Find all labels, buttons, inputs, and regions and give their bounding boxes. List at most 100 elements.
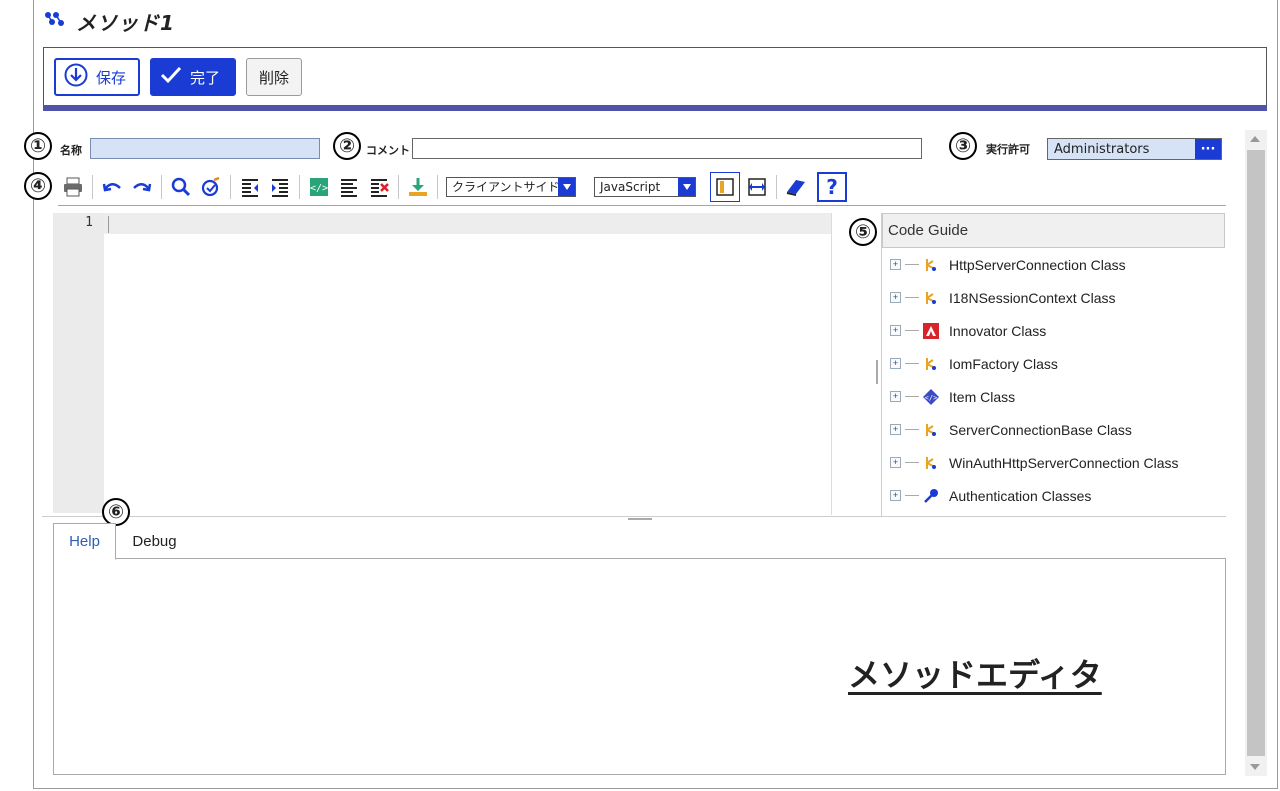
print-icon[interactable] — [60, 174, 86, 200]
page-title: メソッド1 — [76, 10, 175, 35]
tree-connector — [905, 297, 919, 298]
save-button[interactable]: 保存 — [54, 58, 140, 96]
help-icon[interactable]: ? — [817, 171, 847, 202]
check-icon — [160, 65, 182, 89]
search-icon[interactable] — [168, 174, 194, 200]
comment-input[interactable] — [412, 138, 922, 159]
toolbar-separator — [161, 174, 162, 199]
code-guide-item-label: ServerConnectionBase Class — [949, 421, 1132, 438]
toolbar-band — [43, 105, 1267, 111]
done-label: 完了 — [190, 68, 221, 87]
code-guide-item-label: IomFactory Class — [949, 355, 1058, 372]
scroll-down-icon[interactable] — [1250, 764, 1260, 770]
chevron-down-icon — [558, 177, 575, 196]
class-icon — [923, 356, 939, 372]
callout-4: ④ — [24, 172, 52, 200]
tree-connector — [905, 429, 919, 430]
line-number-gutter: 1 — [53, 213, 104, 513]
align-icon[interactable] — [336, 174, 362, 200]
expand-icon[interactable]: + — [890, 457, 901, 468]
line-number: 1 — [85, 215, 93, 230]
spellcheck-icon[interactable] — [198, 174, 224, 200]
code-guide-item-label: WinAuthHttpServerConnection Class — [949, 454, 1179, 471]
redo-icon[interactable] — [129, 174, 155, 200]
dock-panel-icon[interactable] — [710, 171, 740, 202]
scroll-thumb[interactable] — [1247, 150, 1265, 756]
scroll-up-icon[interactable] — [1250, 136, 1260, 142]
tree-connector — [905, 264, 919, 265]
comment-label: コメント — [366, 144, 410, 157]
code-guide-item-label: I18NSessionContext Class — [949, 289, 1116, 306]
done-button[interactable]: 完了 — [150, 58, 236, 96]
class-icon — [923, 455, 939, 471]
code-guide-item-label: HttpServerConnection Class — [949, 256, 1126, 273]
expand-icon[interactable]: + — [890, 358, 901, 369]
svg-text:</>: </> — [310, 183, 328, 194]
toolbar-separator — [776, 174, 777, 199]
toolbar-separator — [437, 174, 438, 199]
code-guide-item[interactable]: + Authentication Classes — [882, 479, 1225, 512]
editor-divider — [831, 213, 832, 515]
vertical-scrollbar[interactable] — [1245, 130, 1267, 776]
horizontal-splitter — [42, 516, 1226, 517]
editor-toolbar: </> クライアントサイド JavaScript ? — [58, 168, 1226, 206]
expand-icon[interactable]: + — [890, 259, 901, 270]
permission-picker-button[interactable]: ··· — [1195, 139, 1221, 159]
book-icon[interactable] — [783, 174, 809, 200]
toolbar-separator — [92, 174, 93, 199]
code-guide-item[interactable]: + </> Item Class — [882, 380, 1225, 413]
code-guide-item[interactable]: + HttpServerConnection Class — [882, 248, 1225, 281]
swap-icon[interactable] — [744, 174, 770, 200]
name-input[interactable] — [90, 138, 320, 159]
code-guide-item[interactable]: + I18NSessionContext Class — [882, 281, 1225, 314]
indent-icon[interactable] — [267, 174, 293, 200]
key-icon — [923, 488, 939, 504]
expand-icon[interactable]: + — [890, 391, 901, 402]
code-guide-item[interactable]: + Innovator Class — [882, 314, 1225, 347]
save-label: 保存 — [96, 68, 127, 87]
svg-text:</>: </> — [925, 394, 938, 402]
class-icon — [923, 257, 939, 273]
bottom-tabs: Help Debug — [53, 523, 1226, 560]
innovator-icon — [923, 322, 939, 339]
tab-help[interactable]: Help — [53, 523, 116, 560]
code-guide-tree: + HttpServerConnection Class + I18NSessionC… — [882, 248, 1225, 512]
code-icon[interactable]: </> — [306, 174, 332, 200]
vertical-split-handle[interactable] — [876, 360, 878, 384]
tree-connector — [905, 330, 919, 331]
code-guide-title: Code Guide — [882, 213, 1225, 248]
code-guide-item-label: Item Class — [949, 388, 1016, 405]
code-guide-item[interactable]: + WinAuthHttpServerConnection Class — [882, 446, 1225, 479]
permission-field[interactable]: Administrators ··· — [1047, 138, 1222, 160]
undo-icon[interactable] — [99, 174, 125, 200]
download-icon[interactable] — [405, 174, 431, 200]
callout-2: ② — [333, 132, 361, 160]
tab-debug[interactable]: Debug — [117, 523, 192, 560]
clear-format-icon[interactable] — [366, 174, 392, 200]
tree-connector — [905, 396, 919, 397]
code-guide-item[interactable]: + IomFactory Class — [882, 347, 1225, 380]
location-select[interactable]: クライアントサイド — [446, 176, 576, 197]
expand-icon[interactable]: + — [890, 424, 901, 435]
expand-icon[interactable]: + — [890, 490, 901, 501]
save-icon — [64, 63, 88, 91]
code-editor-area[interactable] — [104, 213, 831, 234]
code-guide-item-label: Innovator Class — [949, 322, 1047, 339]
code-guide-panel: Code Guide + HttpServerConnection Class + I… — [881, 213, 1225, 517]
toolbar-separator — [299, 174, 300, 199]
outdent-icon[interactable] — [237, 174, 263, 200]
text-cursor — [108, 216, 109, 233]
chevron-down-icon — [678, 177, 695, 196]
name-label: 名称 — [60, 144, 82, 157]
expand-icon[interactable]: + — [890, 292, 901, 303]
tree-connector — [905, 462, 919, 463]
delete-label: 削除 — [258, 68, 289, 87]
horizontal-split-handle[interactable] — [628, 518, 652, 520]
delete-button[interactable]: 削除 — [246, 58, 302, 96]
action-toolbar: 保存 完了 削除 — [43, 47, 1267, 105]
code-guide-item[interactable]: + ServerConnectionBase Class — [882, 413, 1225, 446]
language-select[interactable]: JavaScript — [594, 176, 696, 197]
callout-1: ① — [24, 132, 52, 160]
location-select-value: クライアントサイド — [452, 180, 560, 194]
expand-icon[interactable]: + — [890, 325, 901, 336]
